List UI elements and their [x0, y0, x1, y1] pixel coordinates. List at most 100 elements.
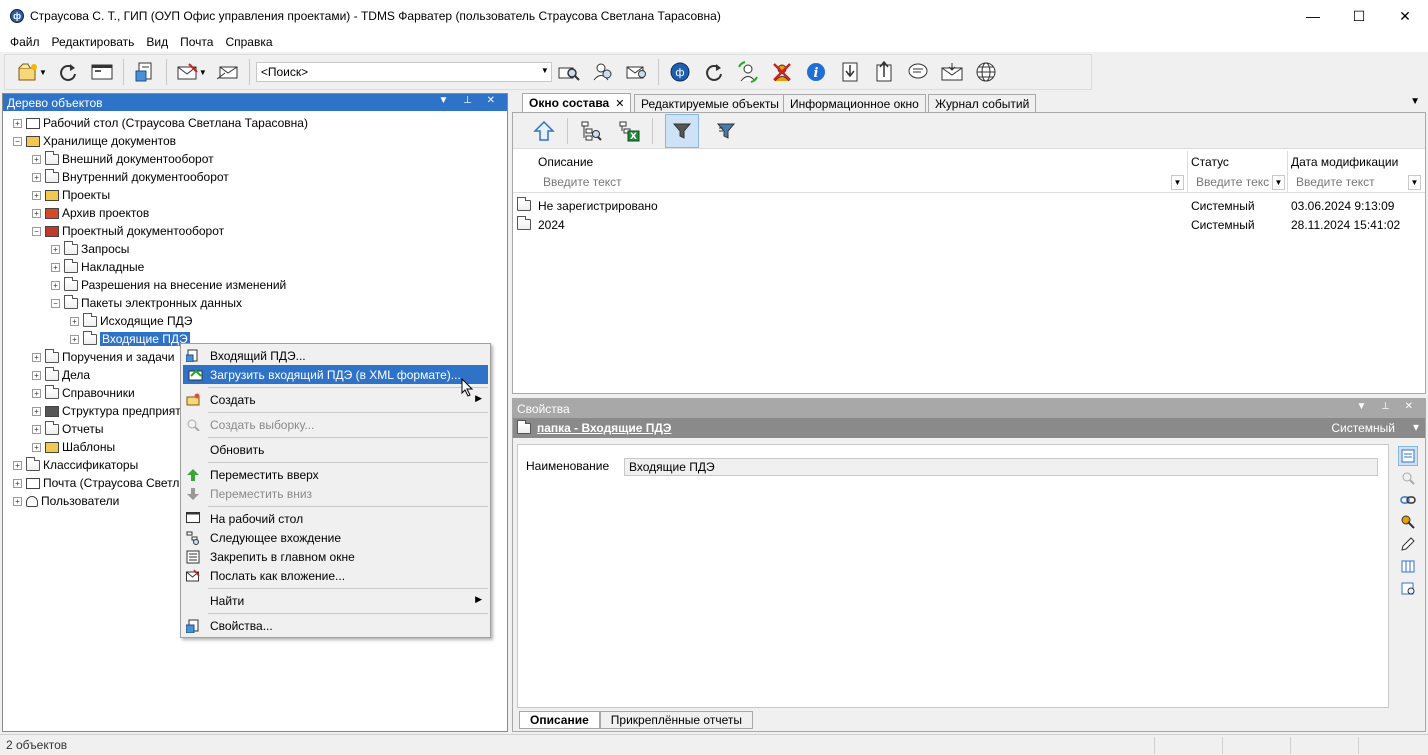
- expand-icon[interactable]: +: [32, 190, 41, 200]
- context-menu-item[interactable]: На рабочий стол: [181, 509, 490, 528]
- edit-icon[interactable]: [1398, 534, 1418, 554]
- chevron-down-icon[interactable]: ▼: [39, 68, 47, 77]
- delete-user-icon[interactable]: [771, 61, 793, 83]
- farvater-icon[interactable]: ф: [669, 61, 691, 83]
- context-menu-item[interactable]: Обновить: [181, 440, 490, 459]
- chevron-down-icon[interactable]: ▼: [541, 66, 549, 75]
- tree-item[interactable]: + Разрешения на внесение изменений: [3, 276, 507, 294]
- tab-event-log[interactable]: Журнал событий: [928, 94, 1037, 112]
- link-icon[interactable]: [1398, 490, 1418, 510]
- table-row[interactable]: 2024 Системный 28.11.2024 15:41:02: [513, 215, 1425, 234]
- tree-item[interactable]: − Хранилище документов: [3, 132, 507, 150]
- maximize-button[interactable]: ☐: [1336, 0, 1382, 32]
- expand-icon[interactable]: +: [32, 352, 41, 362]
- filter-settings-icon[interactable]: [715, 120, 737, 142]
- tree-item[interactable]: + Внешний документооборот: [3, 150, 507, 168]
- expand-icon[interactable]: +: [32, 154, 41, 164]
- attributes-icon[interactable]: [1398, 446, 1418, 466]
- tree-item[interactable]: + Запросы: [3, 240, 507, 258]
- context-menu-item[interactable]: Переместить вверх: [181, 465, 490, 484]
- filter-description-input[interactable]: Введите текст: [539, 173, 1169, 191]
- context-menu-item[interactable]: Свойства...: [181, 616, 490, 635]
- expand-icon[interactable]: +: [51, 280, 60, 290]
- mail-inbox-icon[interactable]: [941, 61, 963, 83]
- expand-icon[interactable]: +: [32, 172, 41, 182]
- chevron-down-icon[interactable]: ▼: [1410, 96, 1420, 107]
- column-header[interactable]: Дата модификации: [1291, 155, 1398, 169]
- expand-icon[interactable]: +: [51, 244, 60, 254]
- refresh-icon[interactable]: [57, 61, 79, 83]
- search-icon[interactable]: [1398, 468, 1418, 488]
- close-icon[interactable]: ✕: [615, 97, 624, 110]
- chevron-down-icon[interactable]: ▼: [199, 68, 207, 77]
- send-mail-icon[interactable]: [177, 61, 199, 83]
- tree-item[interactable]: − Пакеты электронных данных: [3, 294, 507, 312]
- expand-icon[interactable]: +: [70, 316, 79, 326]
- filter-icon[interactable]: [665, 113, 699, 148]
- context-menu-item[interactable]: Найти ▶: [181, 591, 490, 610]
- key-user-icon[interactable]: [1398, 512, 1418, 532]
- column-header[interactable]: Описание: [538, 155, 593, 169]
- excel-export-icon[interactable]: X: [618, 120, 640, 142]
- context-menu-item[interactable]: Создать ▶: [181, 390, 490, 409]
- collapse-icon[interactable]: −: [32, 226, 41, 236]
- tree-item[interactable]: + Исходящие ПДЭ: [3, 312, 507, 330]
- menu-file[interactable]: Файл: [4, 35, 46, 49]
- expand-icon[interactable]: +: [13, 496, 22, 506]
- upload-document-icon[interactable]: [873, 61, 895, 83]
- search-user-icon[interactable]: [592, 61, 614, 83]
- versions-icon[interactable]: [1398, 556, 1418, 576]
- search-input[interactable]: <Поиск>: [261, 65, 308, 79]
- object-link[interactable]: папка - Входящие ПДЭ: [537, 421, 671, 435]
- tab-composition[interactable]: Окно состава ✕: [522, 93, 632, 112]
- column-header[interactable]: Статус: [1191, 155, 1229, 169]
- expand-icon[interactable]: +: [51, 262, 60, 272]
- context-menu-item[interactable]: Загрузить входящий ПДЭ (в XML формате)..…: [183, 365, 488, 384]
- panel-controls[interactable]: ▼ ⊥ ✕: [1356, 401, 1419, 412]
- chevron-down-icon[interactable]: ▼: [1408, 175, 1421, 190]
- chevron-down-icon[interactable]: ▼: [1171, 175, 1184, 190]
- expand-icon[interactable]: +: [13, 118, 22, 128]
- context-menu-item[interactable]: Переместить вниз: [181, 484, 490, 503]
- tree-search-icon[interactable]: [580, 120, 602, 142]
- minimize-button[interactable]: —: [1290, 0, 1336, 32]
- desktop-icon[interactable]: [91, 61, 113, 83]
- mail-icon[interactable]: [216, 61, 239, 83]
- expand-icon[interactable]: +: [32, 388, 41, 398]
- menu-edit[interactable]: Редактировать: [46, 35, 141, 49]
- chevron-down-icon[interactable]: ▼: [1272, 175, 1285, 190]
- expand-icon[interactable]: +: [32, 442, 41, 452]
- expand-icon[interactable]: +: [32, 370, 41, 380]
- name-field[interactable]: Входящие ПДЭ: [624, 458, 1378, 476]
- menu-view[interactable]: Вид: [140, 35, 174, 49]
- new-object-icon[interactable]: [17, 61, 39, 83]
- search-folder-icon[interactable]: [558, 61, 580, 83]
- tree-item[interactable]: + Проекты: [3, 186, 507, 204]
- tree-item[interactable]: − Проектный документооборот: [3, 222, 507, 240]
- context-menu-item[interactable]: Закрепить в главном окне: [181, 547, 490, 566]
- chevron-down-icon[interactable]: ▾: [1413, 420, 1419, 434]
- context-menu-item[interactable]: Входящий ПДЭ...: [181, 346, 490, 365]
- filter-modified-input[interactable]: Введите текст: [1292, 173, 1408, 191]
- message-icon[interactable]: [907, 61, 929, 83]
- context-menu-item[interactable]: Создать выборку...: [181, 415, 490, 434]
- info-icon[interactable]: i: [805, 61, 827, 83]
- filter-status-input[interactable]: Введите текс: [1192, 173, 1274, 191]
- search-combobox[interactable]: <Поиск> ▼: [255, 62, 552, 82]
- tree-item[interactable]: + Внутренний документооборот: [3, 168, 507, 186]
- tab-edited-objects[interactable]: Редактируемые объекты: [634, 94, 786, 112]
- context-menu-item[interactable]: Послать как вложение...: [181, 566, 490, 585]
- properties-icon[interactable]: [134, 61, 156, 83]
- tab-attached-reports[interactable]: Прикреплённые отчеты: [599, 711, 753, 729]
- menu-help[interactable]: Справка: [219, 35, 278, 49]
- panel-controls[interactable]: ▼ ⊥ ✕: [438, 95, 501, 106]
- refresh-all-icon[interactable]: [703, 61, 725, 83]
- tree-item[interactable]: + Накладные: [3, 258, 507, 276]
- globe-icon[interactable]: [975, 61, 997, 83]
- expand-icon[interactable]: +: [13, 478, 22, 488]
- context-menu-item[interactable]: Следующее вхождение: [181, 528, 490, 547]
- up-level-icon[interactable]: [533, 120, 555, 142]
- tab-description[interactable]: Описание: [519, 711, 600, 729]
- search-mail-icon[interactable]: [626, 61, 648, 83]
- sync-users-icon[interactable]: [737, 61, 759, 83]
